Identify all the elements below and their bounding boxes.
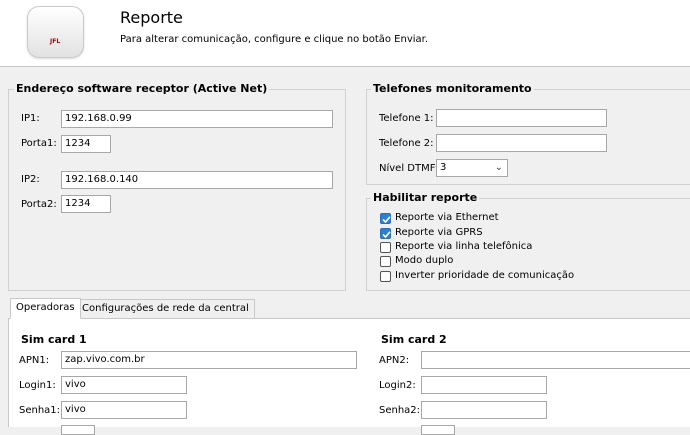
receptor-group-title: Endereço software receptor (Active Net) xyxy=(14,82,270,95)
senha1-input[interactable]: vivo xyxy=(61,401,187,419)
login2-label: Login2: xyxy=(379,380,416,391)
apn2-label: APN2: xyxy=(379,355,410,366)
checkbox-modo-duplo-label[interactable]: Modo duplo xyxy=(395,255,453,266)
checkbox-ethernet-label[interactable]: Reporte via Ethernet xyxy=(395,212,499,223)
telefone2-input[interactable] xyxy=(436,134,607,152)
sim2-title: Sim card 2 xyxy=(379,333,449,346)
checkbox-inverter-prioridade[interactable] xyxy=(380,271,391,282)
ip1-label: IP1: xyxy=(21,113,40,124)
ip2-label: IP2: xyxy=(21,174,40,185)
ip1-input[interactable]: 192.168.0.99 xyxy=(61,110,333,128)
operadoras-tab-panel: Sim card 1 APN1: zap.vivo.com.br Login1:… xyxy=(8,318,690,435)
checkbox-linha-telefonica[interactable] xyxy=(380,242,391,253)
login1-input[interactable]: vivo xyxy=(61,376,187,394)
checkbox-gprs-label[interactable]: Reporte via GPRS xyxy=(395,227,483,238)
senha2-label: Senha2: xyxy=(379,405,421,416)
dtmf-label: Nível DTMF: xyxy=(379,163,439,174)
page-title: Reporte xyxy=(120,8,183,27)
telefones-group-title: Telefones monitoramento xyxy=(371,82,534,95)
tab-configuracoes-rede[interactable]: Configurações de rede da central xyxy=(76,299,255,319)
checkbox-gprs[interactable] xyxy=(380,228,391,239)
page-subtitle: Para alterar comunicação, configure e cl… xyxy=(120,34,429,45)
apn2-input[interactable] xyxy=(421,351,690,369)
sim1-next-input[interactable] xyxy=(61,425,95,435)
dtmf-select[interactable]: 3 ⌄ xyxy=(436,159,508,177)
checkbox-linha-telefonica-label[interactable]: Reporte via linha telefônica xyxy=(395,241,532,252)
porta2-label: Porta2: xyxy=(21,199,57,210)
apn1-input[interactable]: zap.vivo.com.br xyxy=(61,351,357,369)
apn1-label: APN1: xyxy=(19,355,50,366)
brand-logo-text: JFL xyxy=(50,38,61,45)
telefone1-label: Telefone 1: xyxy=(379,113,434,124)
header: JFL Reporte Para alterar comunicação, co… xyxy=(0,0,690,67)
porta2-input[interactable]: 1234 xyxy=(61,195,111,213)
telefone2-label: Telefone 2: xyxy=(379,138,434,149)
login2-input[interactable] xyxy=(421,376,547,394)
sim1-title: Sim card 1 xyxy=(19,333,89,346)
habilitar-group-title: Habilitar reporte xyxy=(371,191,480,204)
porta1-label: Porta1: xyxy=(21,138,57,149)
chevron-down-icon: ⌄ xyxy=(494,162,503,173)
checkbox-ethernet[interactable] xyxy=(380,213,391,224)
senha2-input[interactable] xyxy=(421,401,547,419)
login1-label: Login1: xyxy=(19,380,56,391)
dtmf-selected-value: 3 xyxy=(440,162,447,173)
sim2-next-input[interactable] xyxy=(421,425,455,435)
checkbox-modo-duplo[interactable] xyxy=(380,256,391,267)
ip2-input[interactable]: 192.168.0.140 xyxy=(61,171,333,189)
tab-operadoras[interactable]: Operadoras xyxy=(10,298,81,319)
telefone1-input[interactable] xyxy=(436,109,607,127)
checkbox-inverter-prioridade-label[interactable]: Inverter prioridade de comunicação xyxy=(395,270,574,281)
senha1-label: Senha1: xyxy=(19,405,61,416)
device-icon: JFL xyxy=(27,6,84,58)
porta1-input[interactable]: 1234 xyxy=(61,135,111,153)
